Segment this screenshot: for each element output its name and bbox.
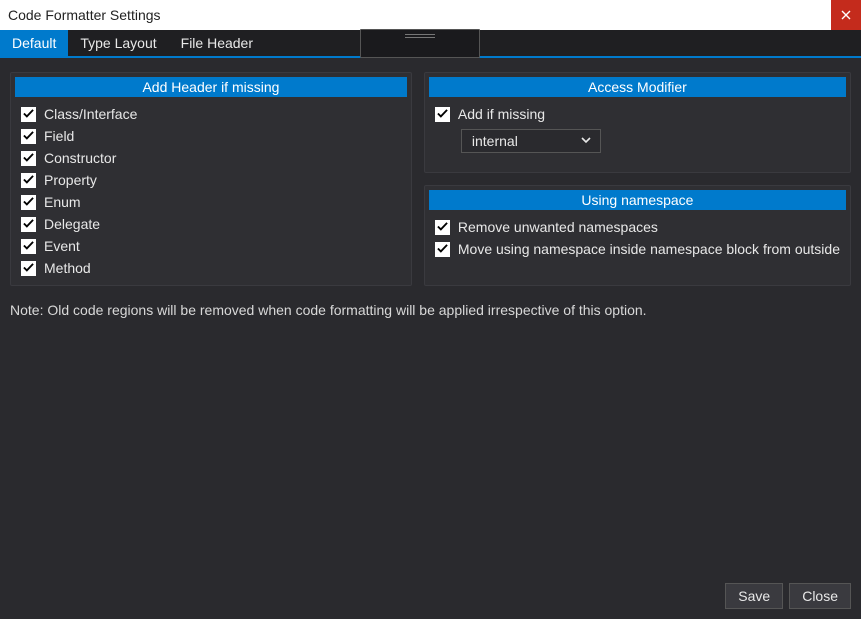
check-row-constructor: Constructor [11,147,411,169]
tabstrip: Default Type Layout File Header [0,30,861,58]
check-icon [23,172,34,188]
checkbox-label: Event [44,238,80,254]
check-icon [23,238,34,254]
check-row-property: Property [11,169,411,191]
checkbox-move-inside[interactable] [435,242,450,257]
footer: Save Close [0,575,861,619]
checkbox-label: Add if missing [458,106,545,122]
add-header-panel: Add Header if missing Class/Interface Fi… [10,72,412,286]
checkbox-label: Move using namespace inside namespace bl… [458,241,840,257]
check-row-add-if-missing: Add if missing [425,103,850,125]
check-row-remove-unwanted: Remove unwanted namespaces [425,216,850,238]
checkbox-method[interactable] [21,261,36,276]
checkbox-label: Remove unwanted namespaces [458,219,658,235]
select-value: internal [472,133,518,149]
access-modifier-panel: Access Modifier Add if missing internal [424,72,851,173]
checkbox-label: Field [44,128,74,144]
check-icon [437,241,448,257]
check-icon [437,219,448,235]
checkbox-add-if-missing[interactable] [435,107,450,122]
checkbox-label: Class/Interface [44,106,137,122]
checkbox-field[interactable] [21,129,36,144]
checkbox-constructor[interactable] [21,151,36,166]
checkbox-label: Method [44,260,91,276]
check-row-method: Method [11,257,411,279]
using-namespace-panel: Using namespace Remove unwanted namespac… [424,185,851,286]
titlebar: Code Formatter Settings [0,0,861,30]
check-icon [437,106,448,122]
note-text: Note: Old code regions will be removed w… [10,302,851,318]
check-icon [23,128,34,144]
chevron-down-icon [580,133,592,149]
check-row-move-inside: Move using namespace inside namespace bl… [425,238,850,260]
check-icon [23,260,34,276]
access-modifier-select[interactable]: internal [461,129,601,153]
close-icon [841,7,851,23]
using-namespace-panel-header: Using namespace [429,190,846,210]
check-row-class-interface: Class/Interface [11,103,411,125]
drag-handle-icon [405,34,435,38]
check-icon [23,106,34,122]
add-header-panel-header: Add Header if missing [15,77,407,97]
check-row-delegate: Delegate [11,213,411,235]
save-button[interactable]: Save [725,583,783,609]
tab-type-layout[interactable]: Type Layout [68,30,168,56]
checkbox-label: Property [44,172,97,188]
checkbox-remove-unwanted[interactable] [435,220,450,235]
preview-thumbnail [360,29,480,58]
check-row-field: Field [11,125,411,147]
tab-file-header[interactable]: File Header [169,30,265,56]
content-area: Add Header if missing Class/Interface Fi… [0,58,861,575]
check-row-enum: Enum [11,191,411,213]
window-title: Code Formatter Settings [8,7,161,23]
checkbox-class-interface[interactable] [21,107,36,122]
checkbox-label: Enum [44,194,81,210]
close-button[interactable]: Close [789,583,851,609]
check-icon [23,194,34,210]
checkbox-event[interactable] [21,239,36,254]
check-row-event: Event [11,235,411,257]
checkbox-delegate[interactable] [21,217,36,232]
access-modifier-panel-header: Access Modifier [429,77,846,97]
window-close-button[interactable] [831,0,861,30]
checkbox-enum[interactable] [21,195,36,210]
checkbox-label: Constructor [44,150,116,166]
check-icon [23,216,34,232]
checkbox-label: Delegate [44,216,100,232]
check-icon [23,150,34,166]
checkbox-property[interactable] [21,173,36,188]
tab-default[interactable]: Default [0,30,68,56]
